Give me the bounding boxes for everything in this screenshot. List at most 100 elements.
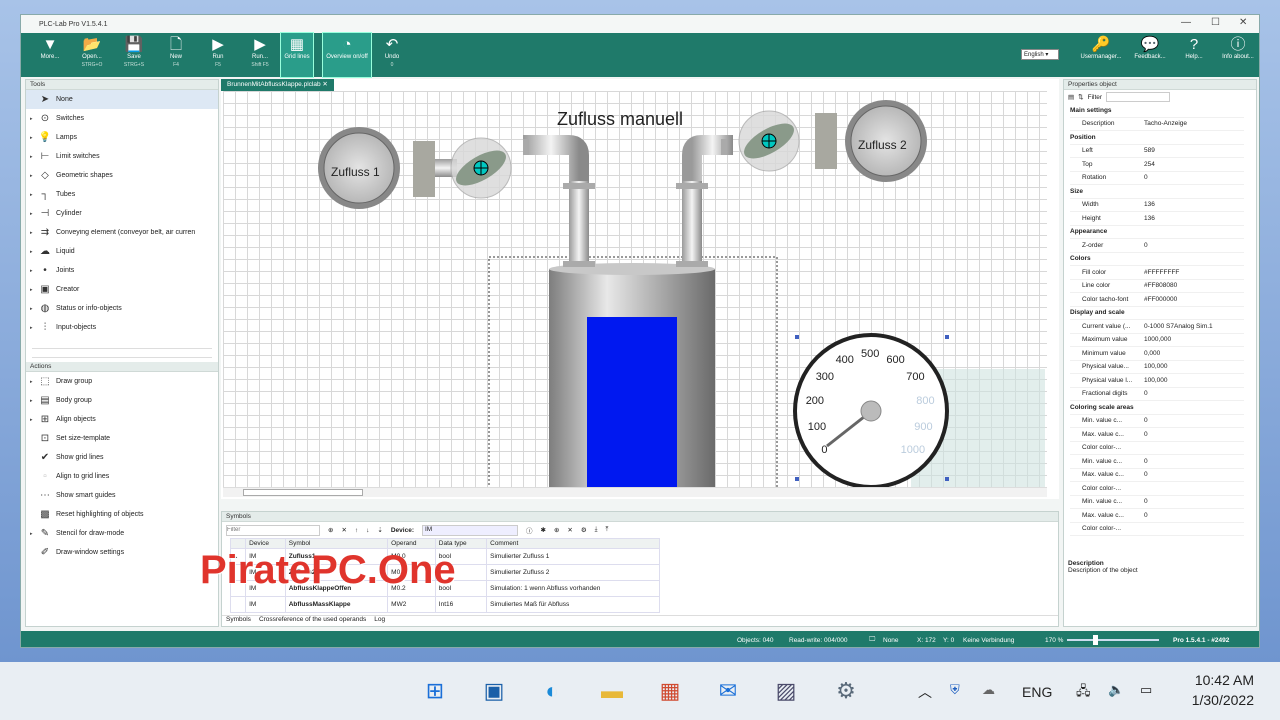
tab-symbols[interactable]: Symbols — [226, 616, 251, 626]
language-select[interactable]: English ▾ — [1021, 49, 1059, 60]
action-show-grid[interactable]: ✔ Show grid lines — [26, 448, 218, 467]
cell-comment[interactable]: Simulation: 1 wenn Abfluss vorhanden — [486, 580, 660, 597]
save-button[interactable]: 💾 Save STRG+S — [113, 33, 155, 77]
valve-1[interactable] — [413, 137, 512, 199]
property-group[interactable]: Size — [1070, 185, 1244, 199]
drawing-canvas[interactable]: Zufluss manuell Zufluss 1 Zufluss 2 0 10… — [223, 91, 1047, 487]
property-value[interactable]: #FF000000 — [1144, 296, 1244, 303]
cell-comment[interactable]: Simulierter Zufluss 2 — [486, 564, 660, 581]
sort-az-icon[interactable]: ⇅ — [1078, 93, 1083, 101]
chevron-up-icon[interactable]: ︿ — [918, 682, 932, 702]
property-row[interactable]: Maximum value 1000,000 — [1070, 334, 1244, 347]
property-group[interactable]: Coloring scale areas — [1070, 401, 1244, 415]
property-group[interactable]: Appearance — [1070, 226, 1244, 239]
document-tab[interactable]: BrunnenMitAbflussKlappe.plclab ✕ — [221, 79, 334, 91]
action-align-grid[interactable]: ▫ Align to grid lines — [26, 467, 218, 486]
add-icon[interactable]: ⊕ — [554, 526, 559, 534]
battery-icon[interactable]: ▭ — [1140, 682, 1152, 698]
action-body-group[interactable]: ▸ ▤ Body group — [26, 391, 218, 410]
close-icon[interactable]: ✕ — [1239, 17, 1247, 28]
property-value[interactable]: #FF808080 — [1144, 282, 1244, 289]
tool-creator[interactable]: ▸ ▣ Creator — [26, 280, 218, 299]
valve-2[interactable] — [738, 110, 837, 172]
property-row[interactable]: Top 254 — [1070, 158, 1244, 172]
tools-scrollbar[interactable] — [32, 348, 212, 358]
cell-comment[interactable]: Simulierter Zufluss 1 — [486, 548, 660, 565]
delete-icon[interactable]: ✕ — [567, 526, 572, 534]
help-button[interactable]: ? Help... — [1173, 33, 1215, 77]
property-value[interactable]: 0,000 — [1144, 350, 1244, 357]
clock-date[interactable]: 1/30/2022 — [1180, 692, 1254, 708]
symbols-filter-input[interactable] — [226, 524, 320, 536]
tool-none[interactable]: ➤ None — [26, 90, 218, 109]
export-icon[interactable]: ⤒ — [606, 526, 609, 534]
property-row[interactable]: Max. value c... 0 — [1070, 469, 1244, 482]
cell-device[interactable]: IM — [245, 596, 286, 613]
usermanager-button[interactable]: 🔑 Usermanager... — [1075, 33, 1127, 77]
zoom-slider[interactable] — [1067, 635, 1159, 645]
col-operand[interactable]: Operand — [387, 538, 436, 549]
sort-icon[interactable]: ⇣ — [377, 526, 382, 534]
cell-symbol[interactable]: AbflussMassKlappe — [284, 596, 389, 613]
run-button[interactable]: ▶ Run F5 — [197, 33, 239, 77]
property-value[interactable]: 0 — [1144, 498, 1244, 505]
action-draw-window[interactable]: ✐ Draw-window settings — [26, 543, 218, 562]
action-size-template[interactable]: ⊡ Set size-template — [26, 429, 218, 448]
properties-filter-input[interactable] — [1106, 92, 1171, 102]
mail-icon[interactable]: ✉ — [712, 676, 744, 706]
import-icon[interactable]: ⤓ — [595, 526, 598, 534]
tool-icon[interactable]: ✱ — [540, 526, 545, 534]
info-button[interactable]: ⓘ Info about... — [1215, 33, 1259, 77]
start-icon[interactable]: ⊞ — [419, 676, 451, 706]
action-stencil[interactable]: ▸ ✎ Stencil for draw-mode — [26, 524, 218, 543]
cell-type[interactable]: Int16 — [434, 596, 488, 613]
edge-icon[interactable]: ◐ — [536, 676, 568, 706]
col-comment[interactable]: Comment — [486, 538, 660, 549]
maximize-icon[interactable]: ☐ — [1211, 17, 1220, 28]
property-row[interactable]: Color color-... — [1070, 482, 1244, 496]
tool-liquid[interactable]: ▸ ☁ Liquid — [26, 242, 218, 261]
property-value[interactable]: 0 — [1144, 471, 1244, 478]
arrow-down-icon[interactable]: ↓ — [366, 527, 369, 534]
property-row[interactable]: Physical value... 100,000 — [1070, 361, 1244, 374]
property-row[interactable]: Min. value c... 0 — [1070, 415, 1244, 428]
action-align-objects[interactable]: ▸ ⊞ Align objects — [26, 410, 218, 429]
property-row[interactable]: Min. value c... 0 — [1070, 496, 1244, 509]
property-value[interactable]: 1000,000 — [1144, 336, 1244, 343]
delete-icon[interactable]: ✕ — [341, 526, 346, 534]
undo-button[interactable]: ↶ Undo 0 — [371, 33, 413, 77]
add-icon[interactable]: ⊕ — [328, 526, 333, 534]
feedback-button[interactable]: 💬 Feedback... — [1127, 33, 1173, 77]
file-explorer-icon[interactable]: ▬ — [596, 676, 628, 706]
open-button[interactable]: 📂 Open... STRG+O — [71, 33, 113, 77]
property-group[interactable]: Main settings — [1070, 104, 1244, 118]
property-row[interactable]: Color color-... — [1070, 523, 1244, 536]
settings-icon[interactable]: ⚙ — [830, 676, 862, 706]
col-type[interactable]: Data type — [434, 538, 488, 549]
property-row[interactable]: Fractional digits 0 — [1070, 388, 1244, 401]
property-row[interactable]: Height 136 — [1070, 212, 1244, 226]
property-value[interactable]: #FFFFFFFF — [1144, 269, 1244, 276]
device-select[interactable]: IM — [421, 524, 518, 536]
property-group[interactable]: Display and scale — [1070, 307, 1244, 320]
action-draw-group[interactable]: ▸ ⬚ Draw group — [26, 372, 218, 391]
property-value[interactable]: Tacho-Anzeige — [1144, 120, 1244, 127]
categorize-icon[interactable]: ▤ — [1068, 93, 1074, 101]
property-row[interactable]: Line color #FF808080 — [1070, 280, 1244, 293]
property-value[interactable]: 0 — [1144, 174, 1244, 181]
property-row[interactable]: Min. value c... 0 — [1070, 455, 1244, 469]
overview-button[interactable]: ◔ Overview on/off — [322, 32, 372, 78]
volume-icon[interactable]: 🔈 — [1108, 682, 1124, 698]
property-row[interactable]: Max. value c... 0 — [1070, 428, 1244, 442]
shield-icon[interactable]: ⛨ — [950, 682, 960, 698]
language-indicator[interactable]: ENG — [1022, 684, 1052, 700]
property-value[interactable]: 0 — [1144, 390, 1244, 397]
property-value[interactable]: 254 — [1144, 161, 1244, 168]
property-row[interactable]: Color color-... — [1070, 442, 1244, 455]
col-device[interactable]: Device — [245, 538, 286, 549]
canvas-hscrollbar[interactable] — [223, 487, 1047, 497]
col-symbol[interactable]: Symbol — [284, 538, 389, 549]
tank[interactable] — [549, 263, 715, 487]
action-smart-guides[interactable]: ⋯ Show smart guides — [26, 486, 218, 505]
tool-tubes[interactable]: ▸ ┐ Tubes — [26, 185, 218, 204]
